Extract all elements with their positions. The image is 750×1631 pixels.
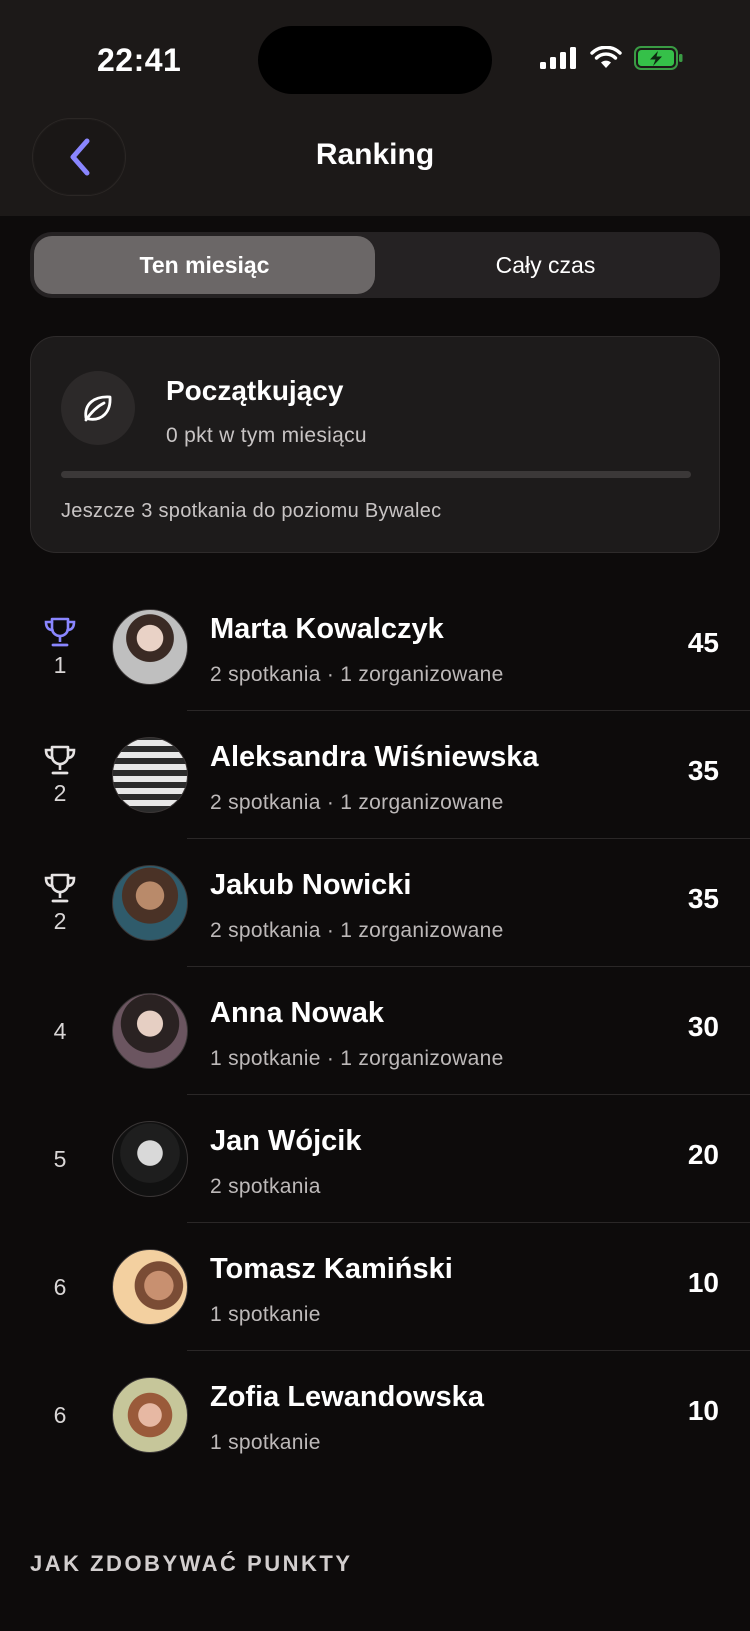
status-icons [540, 46, 684, 70]
rank-position: 4 [28, 967, 92, 1095]
user-meetings: 1 spotkanie [210, 1303, 321, 1326]
level-hint: Jeszcze 3 spotkania do poziomu Bywalec [61, 500, 442, 522]
avatar[interactable] [112, 993, 188, 1069]
trophy-icon [44, 745, 76, 774]
user-score: 45 [687, 627, 719, 658]
user-meetings: 1 spotkanie [210, 1431, 321, 1454]
ranking-row[interactable]: 6 Tomasz Kamiński 1 spotkanie 10 [0, 1223, 750, 1351]
rank-number: 2 [53, 779, 67, 806]
section-title-points: JAK ZDOBYWAĆ PUNKTY [30, 1551, 353, 1576]
rank-position: 1 [28, 583, 92, 711]
battery-charging-icon [634, 46, 683, 70]
user-name: Jan Wójcik [210, 1125, 362, 1157]
period-segmented-control: Ten miesiąc Cały czas [30, 232, 720, 298]
rank-position: 2 [28, 711, 92, 839]
user-meetings: 2 spotkania · 1 zorganizowane [210, 791, 504, 814]
ranking-row[interactable]: 2 Aleksandra Wiśniewska 2 spotkania · 1 … [0, 711, 750, 839]
status-time: 22:41 [97, 42, 182, 78]
user-name: Zofia Lewandowska [210, 1381, 484, 1413]
leaf-icon [61, 371, 135, 445]
page-title: Ranking [315, 138, 435, 171]
trophy-icon [44, 873, 76, 902]
rank-number: 5 [53, 1145, 67, 1172]
ranking-row[interactable]: 5 Jan Wójcik 2 spotkania 20 [0, 1095, 750, 1223]
ranking-screen: 22:41 Ranking Ten miesiąc Cały czas Pocz… [0, 0, 750, 1631]
signal-icon [540, 47, 576, 69]
wifi-icon [590, 46, 622, 68]
ranking-list: 1 Marta Kowalczyk 2 spotkania · 1 zorgan… [0, 583, 750, 1479]
user-score: 20 [687, 1139, 719, 1170]
user-meetings: 2 spotkania · 1 zorganizowane [210, 919, 504, 942]
rank-position: 5 [28, 1095, 92, 1223]
user-name: Anna Nowak [210, 997, 385, 1029]
avatar[interactable] [112, 1121, 188, 1197]
user-name: Marta Kowalczyk [210, 613, 444, 645]
rank-position: 2 [28, 839, 92, 967]
level-title: Początkujący [166, 375, 344, 406]
user-score: 10 [687, 1267, 719, 1298]
avatar[interactable] [112, 1249, 188, 1325]
dynamic-island [258, 26, 492, 94]
level-points: 0 pkt w tym miesiącu [166, 424, 367, 447]
trophy-icon [44, 617, 76, 646]
rank-position: 6 [28, 1351, 92, 1479]
user-score: 10 [687, 1395, 719, 1426]
avatar[interactable] [112, 865, 188, 941]
user-score: 35 [687, 755, 719, 786]
avatar[interactable] [112, 737, 188, 813]
tab-this-month[interactable]: Ten miesiąc [34, 236, 375, 294]
ranking-row[interactable]: 2 Jakub Nowicki 2 spotkania · 1 zorganiz… [0, 839, 750, 967]
ranking-row[interactable]: 1 Marta Kowalczyk 2 spotkania · 1 zorgan… [0, 583, 750, 711]
tab-all-time[interactable]: Cały czas [375, 236, 716, 294]
rank-number: 6 [53, 1273, 67, 1300]
level-card: Początkujący 0 pkt w tym miesiącu Jeszcz… [30, 336, 720, 553]
rank-number: 1 [53, 651, 67, 678]
level-progress-bar [61, 471, 691, 478]
user-score: 30 [687, 1011, 719, 1042]
rank-position: 6 [28, 1223, 92, 1351]
user-name: Jakub Nowicki [210, 869, 412, 901]
user-score: 35 [687, 883, 719, 914]
ranking-row[interactable]: 6 Zofia Lewandowska 1 spotkanie 10 [0, 1351, 750, 1479]
user-meetings: 1 spotkanie · 1 zorganizowane [210, 1047, 504, 1070]
rank-number: 2 [53, 907, 67, 934]
user-meetings: 2 spotkania [210, 1175, 321, 1198]
ranking-row[interactable]: 4 Anna Nowak 1 spotkanie · 1 zorganizowa… [0, 967, 750, 1095]
rank-number: 4 [53, 1017, 67, 1044]
top-bar: 22:41 Ranking [0, 0, 750, 216]
avatar[interactable] [112, 1377, 188, 1453]
user-name: Aleksandra Wiśniewska [210, 741, 539, 773]
rank-number: 6 [53, 1401, 67, 1428]
user-meetings: 2 spotkania · 1 zorganizowane [210, 663, 504, 686]
user-name: Tomasz Kamiński [210, 1253, 453, 1285]
avatar[interactable] [112, 609, 188, 685]
